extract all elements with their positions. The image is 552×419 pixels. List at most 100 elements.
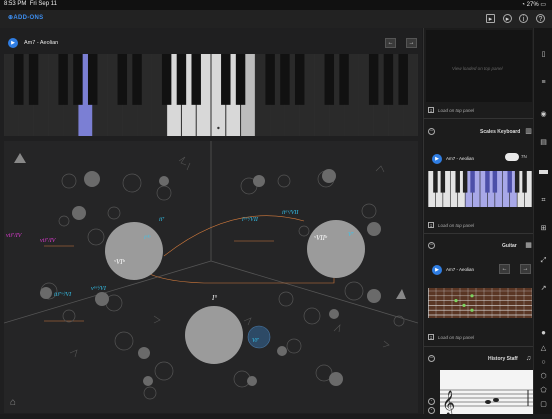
circle-outline-icon[interactable]: ○ xyxy=(539,358,548,367)
screen-icon[interactable]: ▸ xyxy=(486,14,495,23)
chord-label-cyan[interactable]: V⁷ xyxy=(348,232,354,238)
piano-keyboard[interactable] xyxy=(4,54,418,136)
home-icon[interactable]: ⌂ xyxy=(10,398,22,408)
mini-black-key[interactable] xyxy=(455,171,460,193)
chord-label-cyan[interactable]: ii⁷ xyxy=(159,217,164,223)
guitar-prev-button[interactable]: ← xyxy=(499,264,510,274)
chord-label-magenta[interactable]: vii⁷/IV xyxy=(6,233,23,239)
help-icon[interactable]: ? xyxy=(536,14,545,23)
control-icon[interactable]: · xyxy=(428,398,435,405)
mini-black-key[interactable] xyxy=(507,171,512,193)
guitar-fretboard[interactable] xyxy=(428,288,532,318)
chord-label-cyan[interactable]: iii⁷ᵛⁱ/VI xyxy=(54,291,72,298)
list-icon[interactable]: ≡ xyxy=(539,78,548,87)
addons-button[interactable]: ⊕ADD-ONS xyxy=(8,14,43,21)
scales-play-button[interactable]: ▶ xyxy=(432,154,442,164)
chord-label-vi[interactable]: ᵛVIᵇ xyxy=(114,258,126,266)
next-scale-button[interactable]: → xyxy=(406,38,417,48)
chord-label-cyan[interactable]: v⁶ᵛⁱ/VI xyxy=(91,285,107,292)
piano-black-key[interactable] xyxy=(339,54,349,105)
chord-label-cyan[interactable]: ii⁶ᵛ/VII xyxy=(282,210,299,216)
load-icon[interactable]: ↧ xyxy=(428,334,434,340)
guitar-next-button[interactable]: → xyxy=(520,264,531,274)
chord-label-cyan[interactable]: iᵛᶠᵒ xyxy=(144,235,150,241)
mini-black-key[interactable] xyxy=(462,171,468,193)
piano-black-key[interactable] xyxy=(28,54,39,105)
piano-black-key[interactable] xyxy=(132,54,142,105)
fret-dot[interactable] xyxy=(470,294,474,298)
chord-wheel[interactable]: ᵛVIᵇ ᵛVIIᵇ I° iᵛᶠᵒ ii⁷ i⁶ᵛⁱ/VII ii⁶ᵛ/VII… xyxy=(3,141,419,413)
chords-icon[interactable]: ⊞ xyxy=(539,224,548,233)
map-icon[interactable]: ▤ xyxy=(539,138,548,147)
piano-black-key[interactable] xyxy=(235,54,246,105)
piano-black-key[interactable] xyxy=(176,54,187,105)
prev-scale-button[interactable]: ← xyxy=(385,38,396,48)
history-staff[interactable]: 𝄞 xyxy=(440,370,534,416)
piano-black-key[interactable] xyxy=(191,54,201,105)
mini-black-key[interactable] xyxy=(522,171,527,193)
piano-black-key[interactable] xyxy=(87,54,98,105)
piano-black-key[interactable] xyxy=(324,54,335,105)
piano-black-key[interactable] xyxy=(383,54,394,105)
chord-label-i[interactable]: I° xyxy=(211,294,217,302)
chord-label-cyan[interactable]: i⁶ᵛⁱ/VII xyxy=(242,216,259,223)
piano-black-key[interactable] xyxy=(73,54,83,105)
load-icon[interactable]: ↧ xyxy=(428,222,434,228)
piano-black-key[interactable] xyxy=(368,54,379,105)
arrow-icon[interactable]: ↗ xyxy=(539,284,548,293)
load-icon[interactable]: ↧ xyxy=(428,107,434,113)
fret-dot[interactable] xyxy=(454,299,458,303)
piano-keys[interactable] xyxy=(4,54,418,136)
scales-keyboard-title: Scales Keyboard xyxy=(480,129,521,135)
piano-black-key[interactable] xyxy=(280,54,290,105)
collapse-icon[interactable]: − xyxy=(428,355,435,362)
piano-black-key[interactable] xyxy=(117,54,128,105)
mini-black-key[interactable] xyxy=(492,171,498,193)
guitar-scale-name: Am7 - Aeolian xyxy=(446,267,475,272)
piano-black-key[interactable] xyxy=(14,54,24,105)
control-icon[interactable]: · xyxy=(428,407,435,414)
piano-black-key[interactable] xyxy=(265,54,275,105)
chord-label-vii[interactable]: ᵛVIIᵇ xyxy=(314,234,328,242)
mini-black-key[interactable] xyxy=(485,171,490,193)
selected-tab-indicator[interactable] xyxy=(539,170,548,174)
mini-black-key[interactable] xyxy=(514,171,520,193)
chord-label-bottom[interactable]: Vi⁷ xyxy=(252,338,259,344)
mini-black-key[interactable] xyxy=(470,171,475,193)
piano-black-key[interactable] xyxy=(58,54,68,105)
piano-black-key[interactable] xyxy=(221,54,231,105)
play-icon[interactable]: ▸ xyxy=(503,14,512,23)
hexagon-icon[interactable]: ⬡ xyxy=(539,372,548,381)
fretboard-wood xyxy=(428,288,532,318)
info-icon[interactable]: i xyxy=(519,14,528,23)
guitar-nav-icon[interactable]: ⌗ xyxy=(539,196,548,205)
user-icon[interactable]: ◉ xyxy=(539,110,548,119)
load-top-panel-3[interactable]: Load on top panel xyxy=(438,335,474,340)
guitar-play-button[interactable]: ▶ xyxy=(432,265,442,275)
piano-black-key[interactable] xyxy=(398,54,408,105)
guitar-icon[interactable]: ▦ xyxy=(524,241,533,250)
collapse-icon[interactable]: − xyxy=(428,128,435,135)
load-top-panel-2[interactable]: Load on top panel xyxy=(438,223,474,228)
mini-black-key[interactable] xyxy=(433,171,438,193)
chord-label-magenta[interactable]: vii⁷/IV xyxy=(40,238,57,244)
transform-icon[interactable]: ⤢ xyxy=(539,256,548,265)
fret-dot[interactable] xyxy=(470,308,474,312)
staff-icon[interactable]: ♫ xyxy=(524,354,533,363)
fret-dot[interactable] xyxy=(462,303,466,307)
keyboard-icon[interactable]: ▥ xyxy=(524,127,533,136)
square-icon[interactable]: ▢ xyxy=(539,400,548,409)
load-top-panel-1[interactable]: Load on top panel xyxy=(438,108,474,113)
piano-black-key[interactable] xyxy=(294,54,305,105)
scale-play-button[interactable]: ▶ xyxy=(8,38,18,48)
collapse-icon[interactable]: − xyxy=(428,242,435,249)
mini-keyboard[interactable] xyxy=(428,171,532,207)
book-icon[interactable]: ▯ xyxy=(539,50,548,59)
circle-shape-icon[interactable]: ● xyxy=(539,328,548,337)
triangle-shape-icon[interactable]: △ xyxy=(539,344,548,353)
mini-black-key[interactable] xyxy=(440,171,446,193)
piano-black-key[interactable] xyxy=(161,54,172,105)
scales-toggle[interactable] xyxy=(505,153,519,161)
pentagon-icon[interactable]: ⬠ xyxy=(539,386,548,395)
middle-c-marker xyxy=(217,126,220,130)
